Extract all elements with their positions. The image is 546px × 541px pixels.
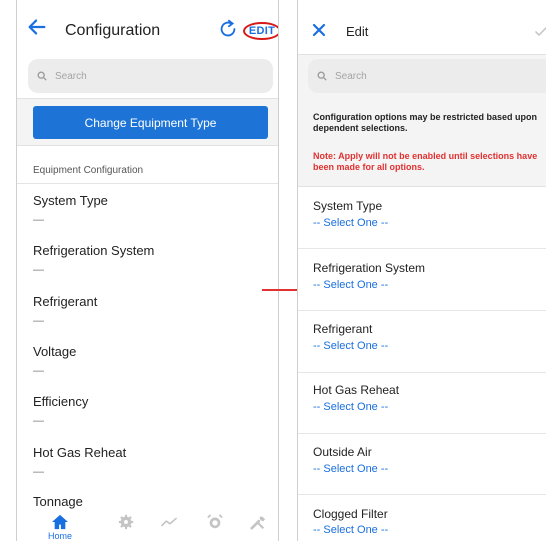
select-one-dropdown[interactable]: -- Select One -- — [313, 279, 388, 291]
close-icon[interactable] — [312, 23, 326, 37]
trend-icon — [161, 517, 177, 527]
field-label: Refrigerant — [33, 294, 98, 309]
tab-settings[interactable] — [117, 514, 135, 530]
field-value: — — [33, 315, 44, 327]
field-value: — — [33, 214, 44, 226]
warning-note: Note: Apply will not be enabled until se… — [313, 151, 538, 172]
field-system-type: System Type — — [33, 193, 263, 226]
tab-home[interactable]: Home — [48, 514, 72, 541]
select-one-dropdown[interactable]: -- Select One -- — [313, 463, 388, 475]
field-label: Tonnage — [33, 494, 83, 509]
search-placeholder: Search — [335, 70, 367, 82]
field-label: Voltage — [33, 344, 77, 359]
field-outside-air[interactable]: Outside Air -- Select One -- — [298, 433, 546, 495]
tab-alarms[interactable] — [206, 514, 224, 530]
edit-screen: Edit Search Configuration options may be… — [297, 0, 546, 541]
tab-tools[interactable] — [249, 514, 267, 530]
field-label: Refrigeration System — [33, 243, 155, 258]
field-label: Refrigeration System — [313, 261, 426, 275]
bottom-tab-bar: Home — [17, 511, 278, 541]
search-input[interactable]: Search — [308, 59, 546, 93]
header: Configuration EDIT — [17, 0, 278, 54]
field-label: Refrigerant — [313, 322, 373, 336]
field-value: — — [33, 264, 44, 276]
search-placeholder: Search — [55, 70, 87, 82]
alarm-icon — [207, 514, 223, 529]
tab-trends[interactable] — [160, 514, 178, 530]
field-clogged-filter[interactable]: Clogged Filter -- Select One -- — [298, 495, 546, 541]
change-equipment-type-button[interactable]: Change Equipment Type — [33, 106, 268, 139]
header: Edit — [298, 0, 546, 54]
field-refrigeration-system: Refrigeration System — — [33, 243, 263, 276]
field-label: Outside Air — [313, 445, 372, 459]
field-refrigeration-system[interactable]: Refrigeration System -- Select One -- — [298, 249, 546, 311]
divider — [17, 183, 278, 184]
field-system-type[interactable]: System Type -- Select One -- — [298, 187, 546, 249]
field-tonnage: Tonnage — [33, 494, 263, 509]
home-icon — [52, 514, 68, 530]
field-hot-gas-reheat[interactable]: Hot Gas Reheat -- Select One -- — [298, 372, 546, 434]
tab-label: Home — [48, 531, 73, 541]
field-label: System Type — [33, 193, 108, 208]
back-arrow-icon[interactable] — [26, 16, 48, 38]
configuration-screen: Configuration EDIT Search Change Equipme… — [16, 0, 279, 541]
select-one-dropdown[interactable]: -- Select One -- — [313, 524, 388, 536]
gear-icon — [118, 514, 134, 530]
section-label: Equipment Configuration — [33, 165, 144, 176]
field-label: Hot Gas Reheat — [33, 445, 127, 460]
apply-check-icon[interactable] — [535, 26, 546, 38]
field-voltage: Voltage — — [33, 344, 263, 377]
field-label: Clogged Filter — [313, 507, 388, 521]
notes-band — [298, 97, 546, 187]
select-one-dropdown[interactable]: -- Select One -- — [313, 401, 388, 413]
search-icon — [317, 71, 327, 81]
field-refrigerant: Refrigerant — — [33, 294, 263, 327]
search-icon — [37, 71, 47, 81]
select-one-dropdown[interactable]: -- Select One -- — [313, 217, 388, 229]
field-value: — — [33, 365, 44, 377]
page-title: Configuration — [65, 22, 161, 39]
field-refrigerant[interactable]: Refrigerant -- Select One -- — [298, 311, 546, 373]
select-one-dropdown[interactable]: -- Select One -- — [313, 340, 388, 352]
page-title: Edit — [346, 24, 369, 39]
field-label: Hot Gas Reheat — [313, 383, 400, 397]
info-note: Configuration options may be restricted … — [313, 112, 538, 133]
field-hot-gas-reheat: Hot Gas Reheat — — [33, 445, 263, 478]
refresh-icon[interactable] — [217, 18, 239, 40]
field-value: — — [33, 415, 44, 427]
field-efficiency: Efficiency — — [33, 394, 263, 427]
tools-icon — [250, 516, 266, 530]
screenshot: Configuration EDIT Search Change Equipme… — [0, 0, 546, 541]
field-value: — — [33, 466, 44, 478]
field-label: System Type — [313, 199, 383, 213]
field-label: Efficiency — [33, 394, 89, 409]
search-input[interactable]: Search — [28, 59, 273, 93]
edit-button[interactable]: EDIT — [243, 22, 278, 40]
